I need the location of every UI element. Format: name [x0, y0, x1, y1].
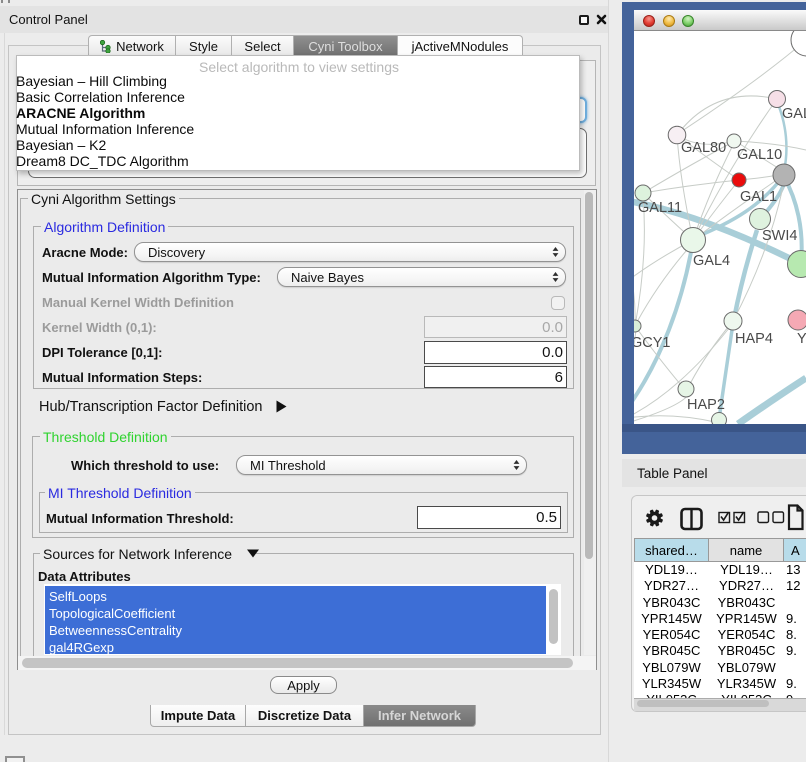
- svg-text:GCY1: GCY1: [634, 335, 671, 351]
- svg-text:HAP2: HAP2: [687, 397, 725, 413]
- svg-text:GAL4: GAL4: [693, 253, 730, 269]
- svg-text:HAP4: HAP4: [735, 331, 773, 347]
- svg-text:GAL7: GAL7: [782, 106, 806, 122]
- svg-text:GAL11: GAL11: [638, 200, 682, 216]
- svg-text:YM: YM: [797, 331, 806, 347]
- svg-text:SWI4: SWI4: [762, 228, 797, 244]
- svg-text:GAL10: GAL10: [737, 147, 782, 163]
- svg-text:GAL80: GAL80: [681, 140, 726, 156]
- svg-text:GAL1: GAL1: [740, 189, 777, 205]
